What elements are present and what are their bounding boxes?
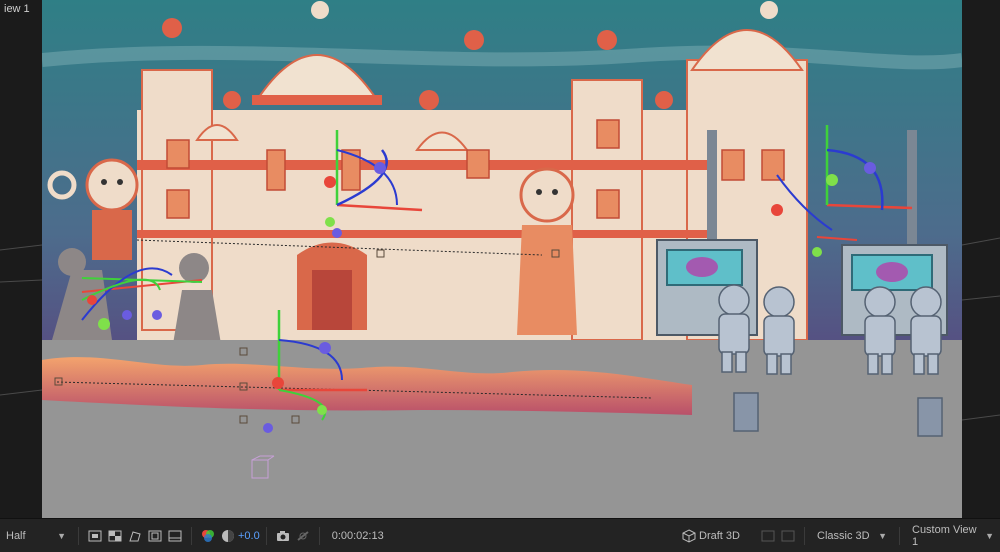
renderer-value: Classic 3D [817,529,870,542]
resolution-dropdown[interactable]: Half ▼ [0,530,72,542]
view-layout-value: Custom View 1 [912,523,977,548]
scene-canvas[interactable] [42,0,962,518]
extended-viewer-icon[interactable] [760,528,776,544]
divider [78,526,79,545]
mask-path-icon[interactable] [127,528,143,544]
resolution-value: Half [6,529,26,542]
draft3d-icon[interactable] [681,528,697,544]
timecode[interactable]: 0:00:02:13 [332,530,384,542]
divider [191,526,192,545]
divider [804,526,805,545]
exposure-value[interactable]: +0.0 [238,530,260,542]
viewer-toolbar: Half ▼ +0.0 0:00:02:13 Draft 3D Classic … [0,518,1000,552]
3d-ground-plane-icon[interactable] [167,528,183,544]
divider [265,526,267,545]
region-of-interest-icon[interactable] [87,528,103,544]
composition-viewer[interactable] [42,0,962,518]
view-layout-dropdown[interactable]: Custom View 1 ▼ [906,524,1000,548]
draft3d-toggle[interactable]: Draft 3D [699,530,740,542]
snapshot-icon[interactable] [275,528,291,544]
divider [899,526,900,545]
transparency-grid-icon[interactable] [107,528,123,544]
chevron-down-icon: ▼ [878,530,887,541]
divider [318,526,320,545]
safe-margins-icon[interactable] [147,528,163,544]
3d-ground-icon[interactable] [780,528,796,544]
show-snapshot-icon[interactable] [295,528,311,544]
color-channel-icon[interactable] [200,528,216,544]
renderer-dropdown[interactable]: Classic 3D ▼ [811,530,893,542]
chevron-down-icon: ▼ [57,530,66,541]
chevron-down-icon: ▼ [985,530,994,541]
exposure-reset-icon[interactable] [220,528,236,544]
